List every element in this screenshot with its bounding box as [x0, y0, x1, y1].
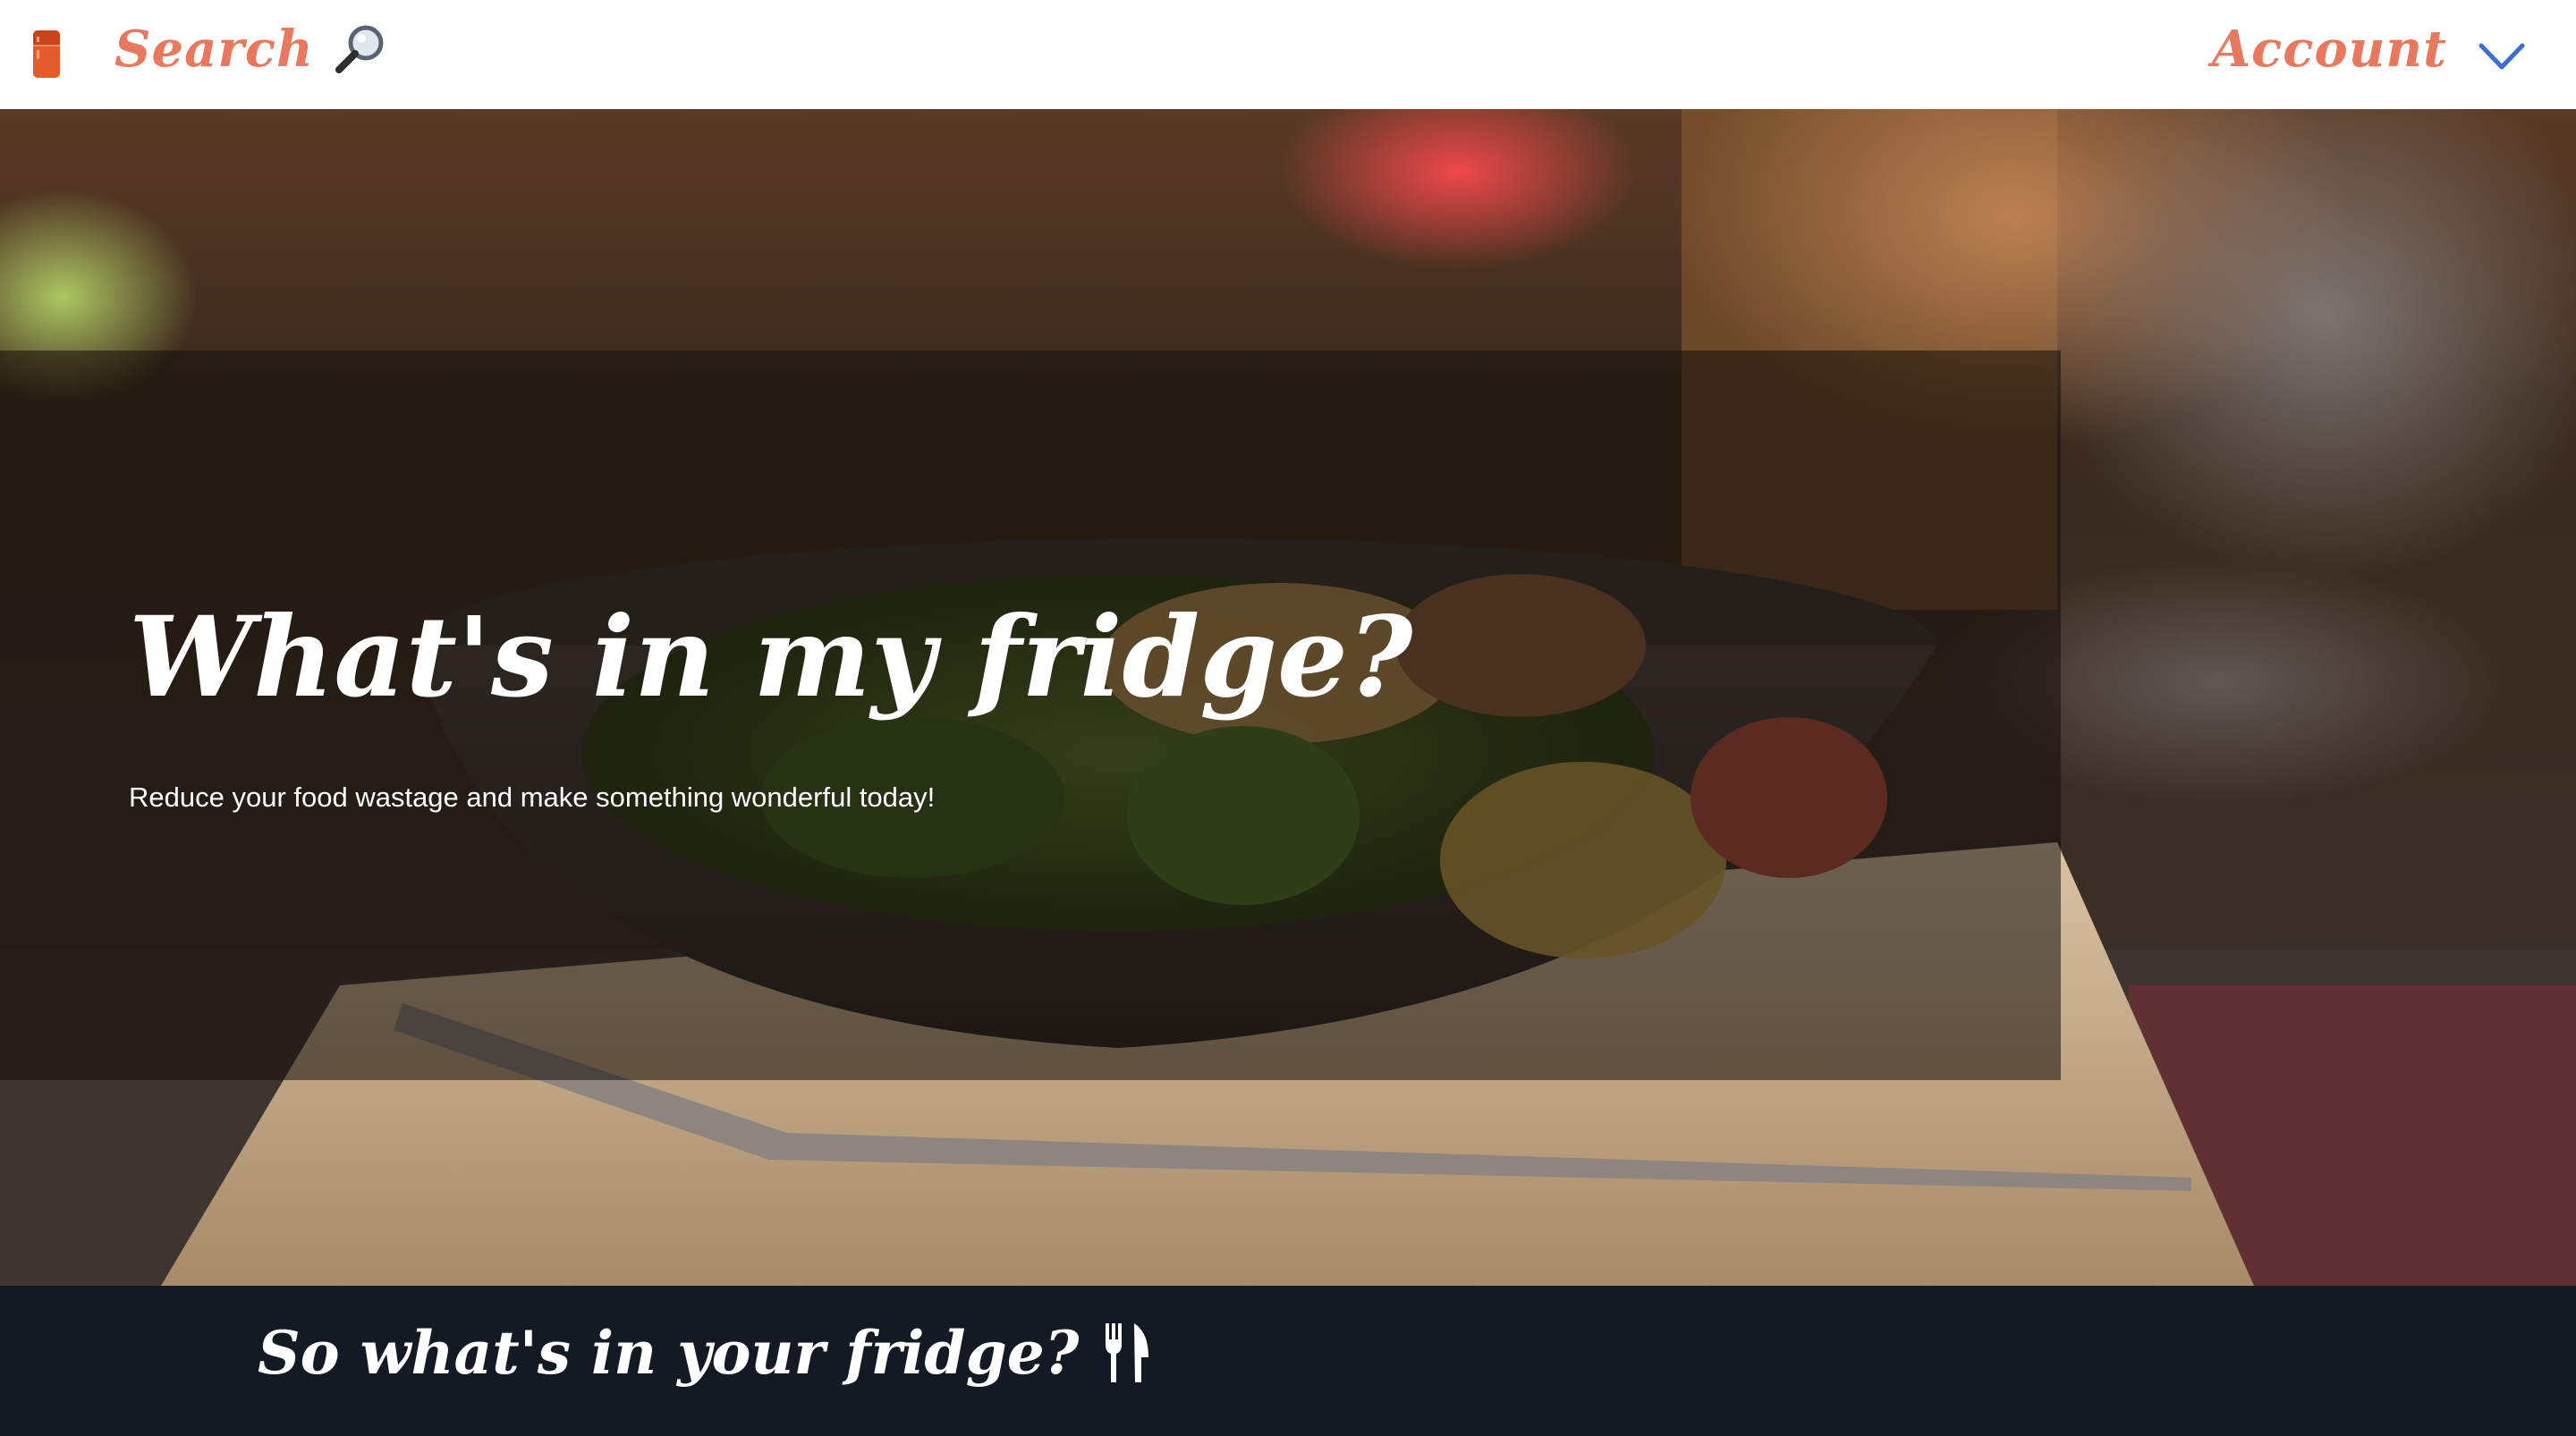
search-nav-link[interactable]: Search	[114, 20, 387, 79]
account-menu-toggle[interactable]: Account	[2212, 20, 2526, 79]
fridge-section-header: So what's in your fridge?	[0, 1286, 2576, 1436]
search-nav-label: Search	[114, 20, 314, 79]
account-nav-label: Account	[2211, 20, 2447, 79]
chevron-down-icon	[2479, 43, 2525, 70]
hero-title: What's in my fridge?	[129, 593, 1413, 722]
hero-subtitle: Reduce your food wastage and make someth…	[129, 781, 936, 813]
fridge-section-heading-text: So what's in your fridge?	[258, 1318, 1080, 1388]
top-navbar: Search Account	[0, 0, 2576, 109]
fork-knife-icon	[1106, 1323, 1149, 1382]
fridge-section-heading: So what's in your fridge?	[258, 1318, 1152, 1388]
magnifying-glass-icon	[335, 25, 384, 73]
fridge-icon[interactable]	[32, 30, 61, 79]
hero-section: What's in my fridge? Reduce your food wa…	[0, 109, 2576, 1286]
